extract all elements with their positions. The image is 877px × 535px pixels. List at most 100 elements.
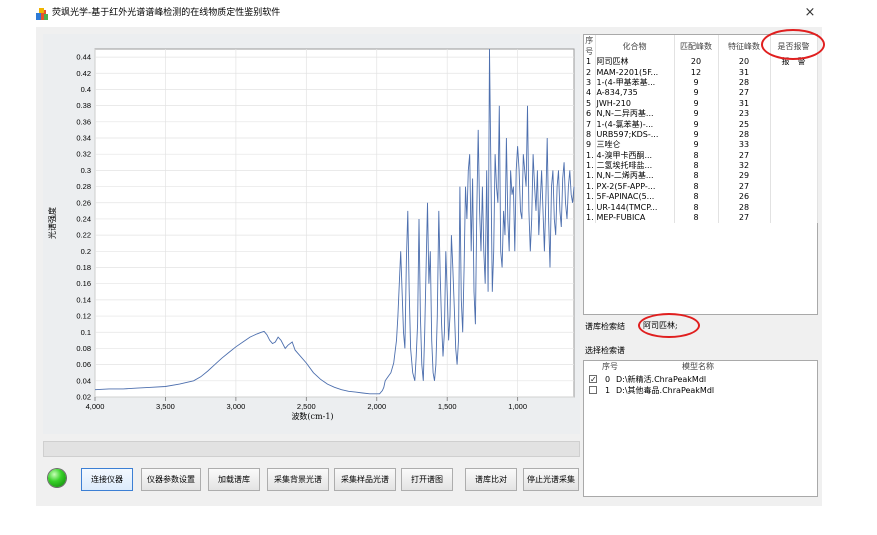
table-row[interactable]: 4 A-834,735 9 27: [584, 88, 818, 99]
y-tick-label: 0.02: [76, 393, 91, 402]
row-id: 1: [584, 57, 596, 68]
row-id: 3: [584, 77, 596, 89]
row-matched: 8: [674, 171, 719, 182]
x-tick-label: 4,000: [86, 402, 105, 411]
row-feature: 26: [718, 192, 771, 203]
model-row[interactable]: 1 D:\其他毒品.ChraPeakMdl: [589, 385, 814, 396]
row-matched: 9: [674, 98, 719, 109]
model-list[interactable]: 序号 模型名称 ✓ 0 D:\新精活.ChraPeakMdl 1 D:\其他毒品.Chr…: [583, 360, 818, 497]
row-alarm: [770, 119, 818, 130]
y-tick-label: 0.42: [76, 69, 91, 78]
results-table[interactable]: 序号 化合物 匹配峰数 特征峰数 是否报警 1 阿司匹林 20 20 报 警 2 MAM-2…: [583, 34, 818, 315]
row-matched: 8: [674, 150, 719, 161]
col-header-compound[interactable]: 化合物: [595, 35, 675, 57]
connect-instrument-button[interactable]: 连接仪器: [81, 468, 133, 491]
model-row[interactable]: ✓ 0 D:\新精活.ChraPeakMdl: [589, 374, 814, 385]
row-feature: 28: [718, 202, 771, 213]
table-row[interactable]: 7 1-(4-氯苯基)-... 9 25: [584, 119, 818, 130]
model-path: D:\新精活.ChraPeakMdl: [616, 375, 707, 384]
y-axis-label: 光谱强度: [47, 207, 57, 239]
row-id: 1.: [584, 150, 596, 161]
row-alarm: [770, 77, 818, 89]
row-compound: 1-(4-甲基苯基...: [595, 77, 675, 89]
y-tick-label: 0.14: [76, 295, 91, 304]
row-id: 1.: [584, 192, 596, 203]
row-compound: A-834,735: [595, 88, 675, 99]
table-row[interactable]: 5 JWH-210 9 31: [584, 98, 818, 109]
row-feature: 27: [718, 88, 771, 99]
table-row[interactable]: 8 URB597;KDS-... 9 28: [584, 129, 818, 141]
model-index: 1: [605, 386, 611, 395]
col-header-id[interactable]: 序号: [584, 35, 596, 57]
row-id: 4: [584, 88, 596, 99]
table-row[interactable]: 1. N,N-二烯丙基... 8 29: [584, 171, 818, 182]
row-feature: 33: [718, 140, 771, 151]
row-feature: 25: [718, 119, 771, 130]
spectrum-chart: 0.02 0.04 0.06 0.08 0.1 0.12 0.14 0.16 0.18 0.2 0.…: [43, 34, 580, 434]
x-axis-ticks: 4,000 3,500 3,000 2,500 2,000 1,500 1,000: [86, 397, 527, 411]
checkbox-checked-icon[interactable]: ✓: [589, 375, 597, 384]
row-alarm: [770, 88, 818, 99]
row-alarm: [770, 202, 818, 213]
row-feature: 27: [718, 150, 771, 161]
row-matched: 8: [674, 192, 719, 203]
row-matched: 9: [674, 88, 719, 99]
x-tick-label: 2,500: [297, 402, 316, 411]
row-matched: 9: [674, 129, 719, 141]
y-tick-label: 0.34: [76, 134, 91, 143]
row-feature: 23: [718, 108, 771, 120]
col-header-matched[interactable]: 匹配峰数: [674, 35, 719, 57]
spectrum-chart-svg: 0.02 0.04 0.06 0.08 0.1 0.12 0.14 0.16 0.18 0.2 0.…: [47, 48, 575, 421]
row-id: 2: [584, 67, 596, 78]
y-tick-label: 0.26: [76, 198, 91, 207]
row-compound: URB597;KDS-...: [595, 129, 675, 141]
row-matched: 12: [674, 67, 719, 78]
checkbox-unchecked-icon[interactable]: [589, 386, 597, 394]
collect-sample-button[interactable]: 采集样品光谱: [334, 468, 396, 491]
table-row[interactable]: 1. 5F-APINAC(5... 8 26: [584, 192, 818, 203]
table-row[interactable]: 6 N,N-二异丙基... 9 23: [584, 108, 818, 120]
row-feature: 32: [718, 160, 771, 172]
y-tick-label: 0.22: [76, 231, 91, 240]
row-matched: 8: [674, 160, 719, 172]
result-highlight-annotation: [638, 313, 700, 338]
y-tick-label: 0.06: [76, 360, 91, 369]
open-spectrum-button[interactable]: 打开谱图: [401, 468, 453, 491]
collect-background-button[interactable]: 采集背景光谱: [267, 468, 329, 491]
library-compare-button[interactable]: 谱库比对: [465, 468, 517, 491]
table-row[interactable]: 1. 二氢埃托啡盐... 8 32: [584, 160, 818, 172]
table-row[interactable]: 9 三唑仑 9 33: [584, 140, 818, 151]
row-id: 6: [584, 108, 596, 120]
row-id: 9: [584, 140, 596, 151]
title-bar: 荧飒光学-基于红外光谱谱峰检测的在线物质定性鉴别软件 ×: [0, 0, 877, 26]
row-id: 8: [584, 129, 596, 141]
row-compound: MEP-FUBICA: [595, 212, 675, 224]
row-compound: MAM-2201(5F...: [595, 67, 675, 78]
stop-collect-button[interactable]: 停止光谱采集: [523, 468, 579, 491]
row-matched: 9: [674, 108, 719, 120]
table-row[interactable]: 1. UR-144(TMCP... 8 28: [584, 202, 818, 213]
row-feature: 29: [718, 171, 771, 182]
row-compound: 三唑仑: [595, 140, 675, 151]
model-col-header-id: 序号: [602, 362, 618, 371]
y-tick-label: 0.44: [76, 53, 91, 62]
table-row[interactable]: 2 MAM-2201(5F... 12 31: [584, 67, 818, 78]
load-library-button[interactable]: 加载谱库: [208, 468, 260, 491]
close-icon[interactable]: ×: [801, 5, 819, 21]
row-alarm: [770, 181, 818, 193]
row-id: 7: [584, 119, 596, 130]
table-row[interactable]: 1. MEP-FUBICA 8 27: [584, 212, 818, 224]
row-feature: 20: [718, 57, 771, 68]
row-matched: 8: [674, 202, 719, 213]
table-row[interactable]: 1. 4-溴甲卡西酮... 8 27: [584, 150, 818, 161]
table-row[interactable]: 3 1-(4-甲基苯基... 9 28: [584, 77, 818, 89]
y-tick-label: 0.18: [76, 263, 91, 272]
row-compound: N,N-二异丙基...: [595, 108, 675, 120]
library-result-label: 谱库检索结: [585, 322, 625, 331]
row-matched: 20: [674, 57, 719, 68]
chart-plot-area: [94, 48, 575, 398]
instrument-params-button[interactable]: 仪器参数设置: [141, 468, 201, 491]
model-index: 0: [605, 375, 611, 384]
table-row[interactable]: 1. PX-2(5F-APP-... 8 27: [584, 181, 818, 193]
y-tick-label: 0.3: [81, 166, 91, 175]
